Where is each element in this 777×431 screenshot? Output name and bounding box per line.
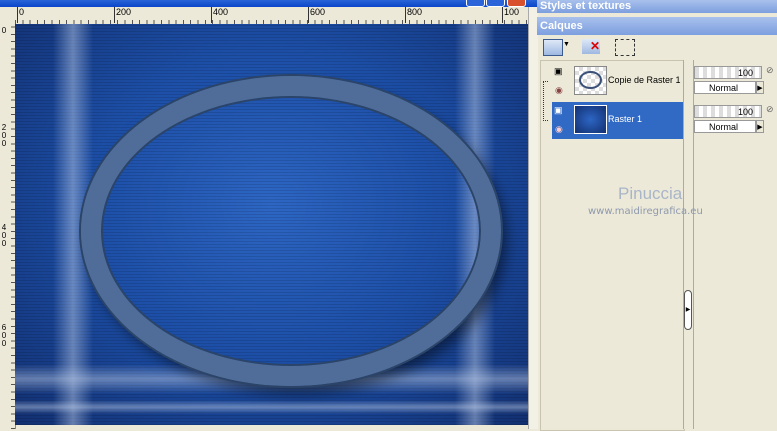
layer-properties: 100 Normal ▶ ⊘ bbox=[694, 100, 777, 136]
opacity-field[interactable]: 100 bbox=[694, 66, 762, 79]
layer-thumbnail bbox=[574, 105, 607, 134]
opacity-field[interactable]: 100 bbox=[694, 105, 762, 118]
light-streak bbox=[15, 400, 528, 414]
expand-arrow-icon[interactable]: ▶ bbox=[684, 290, 692, 330]
ruler-label: 800 bbox=[405, 7, 422, 23]
eye-icon[interactable]: ◉ bbox=[555, 124, 563, 135]
close-button[interactable] bbox=[507, 0, 526, 7]
title-bar bbox=[0, 0, 537, 7]
eye-icon[interactable]: ◉ bbox=[555, 85, 563, 96]
watermark-name: Pinuccia bbox=[618, 184, 683, 203]
layer-properties: 100 Normal ▶ ⊘ bbox=[694, 61, 777, 97]
ruler-label: 200 bbox=[114, 7, 131, 23]
ruler-label: 400 bbox=[211, 7, 228, 23]
layer-type-icon: ▣ bbox=[554, 66, 563, 76]
ruler-label: 600 bbox=[1, 323, 7, 348]
ruler-label: 0 bbox=[1, 26, 7, 35]
styles-panel-header[interactable]: Styles et textures bbox=[537, 0, 777, 13]
chevron-down-icon[interactable]: ▼ bbox=[563, 41, 570, 48]
vertical-ruler: 0 200 400 600 bbox=[0, 24, 16, 429]
ruler-label: 100 bbox=[502, 7, 519, 23]
layers-panel-header[interactable]: Calques bbox=[537, 17, 777, 35]
image-canvas[interactable] bbox=[15, 24, 528, 425]
blend-arrow-icon[interactable]: ▶ bbox=[756, 120, 764, 133]
layer-name: Raster 1 bbox=[608, 114, 643, 124]
layer-row[interactable]: ▣ ◉ Copie de Raster 1 bbox=[552, 63, 683, 100]
minimize-button[interactable] bbox=[466, 0, 485, 7]
layers-toolbar: ▼ ✕ bbox=[537, 35, 777, 60]
ruler-label: 400 bbox=[1, 223, 7, 248]
group-link bbox=[543, 81, 548, 121]
ruler-label: 600 bbox=[308, 7, 325, 23]
panel-splitter[interactable]: ▶ bbox=[683, 60, 694, 429]
lock-icon[interactable]: ⊘ bbox=[766, 65, 774, 76]
ruler-label: 200 bbox=[1, 123, 7, 148]
layer-name: Copie de Raster 1 bbox=[608, 75, 681, 85]
ellipse-frame bbox=[81, 76, 501, 386]
blend-mode-select[interactable]: Normal bbox=[694, 81, 756, 94]
vertical-scrollbar[interactable] bbox=[528, 7, 538, 429]
horizontal-ruler: 0 200 400 600 800 100 bbox=[15, 7, 528, 25]
layer-thumbnail bbox=[574, 66, 607, 95]
layers-list: ▣ ◉ Copie de Raster 1 ▣ ◉ Raster 1 bbox=[540, 60, 685, 431]
watermark-url: www.maidiregrafica.eu bbox=[588, 206, 703, 217]
blend-mode-select[interactable]: Normal bbox=[694, 120, 756, 133]
layer-type-icon: ▣ bbox=[554, 105, 563, 115]
delete-layer-icon[interactable]: ✕ bbox=[582, 39, 600, 54]
ruler-label: 0 bbox=[17, 7, 24, 23]
edit-selection-icon[interactable] bbox=[615, 39, 635, 56]
maximize-button[interactable] bbox=[486, 0, 505, 7]
new-layer-icon[interactable] bbox=[543, 39, 563, 56]
layer-row-selected[interactable]: ▣ ◉ Raster 1 bbox=[552, 102, 683, 139]
blend-arrow-icon[interactable]: ▶ bbox=[756, 81, 764, 94]
lock-icon[interactable]: ⊘ bbox=[766, 104, 774, 115]
